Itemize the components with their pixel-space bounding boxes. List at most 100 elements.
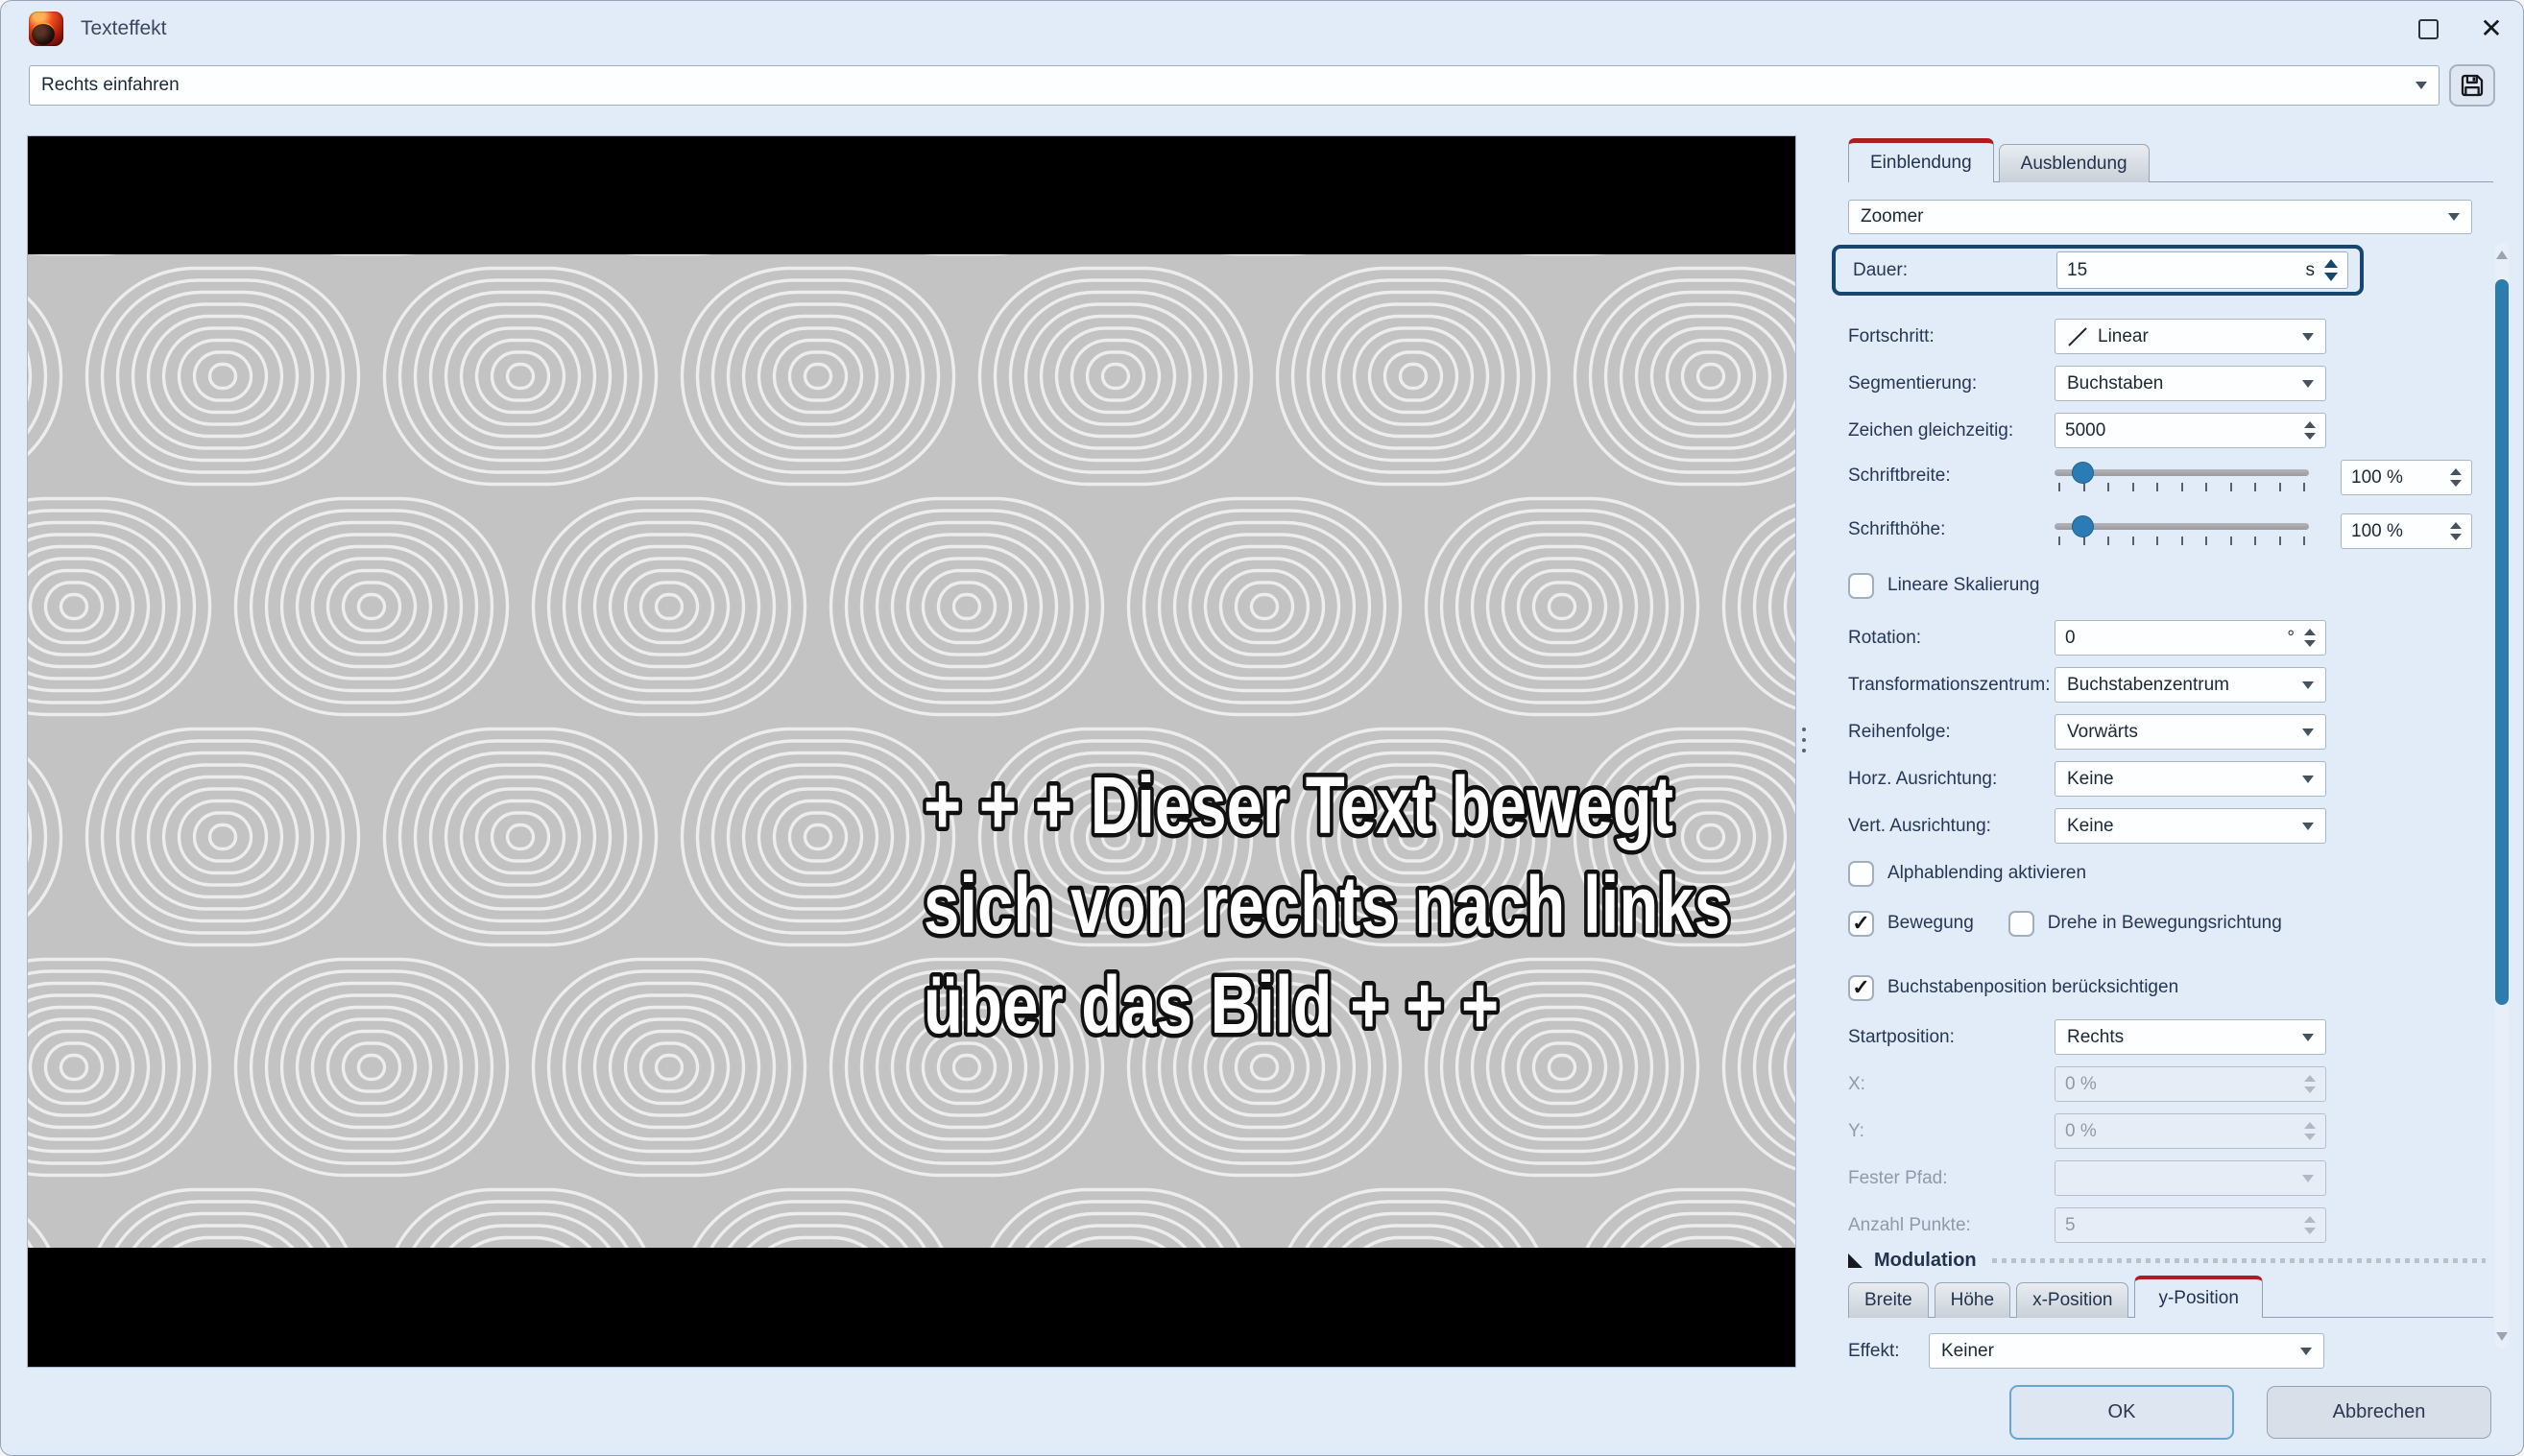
spin-down-icon	[2304, 640, 2316, 647]
point-count-value: 5	[2065, 1214, 2076, 1235]
rotate-in-direction-label: Drehe in Bewegungsrichtung	[2047, 913, 2282, 933]
preset-value: Rechts einfahren	[41, 75, 180, 95]
rotation-unit: °	[2287, 627, 2295, 648]
vert-align-combobox[interactable]: Keine	[2055, 808, 2326, 844]
spin-down-icon	[2304, 1134, 2316, 1140]
order-combobox[interactable]: Vorwärts	[2055, 714, 2326, 750]
window-title: Texteffekt	[81, 17, 167, 39]
fixed-path-label: Fester Pfad:	[1848, 1167, 1948, 1188]
save-preset-button[interactable]	[2449, 64, 2495, 107]
horz-align-combobox[interactable]: Keine	[2055, 761, 2326, 797]
chevron-down-icon	[2302, 379, 2314, 388]
segmentation-value: Buchstaben	[2067, 372, 2164, 394]
cancel-button[interactable]: Abbrechen	[2267, 1386, 2491, 1439]
spin-buttons[interactable]	[2450, 522, 2462, 540]
preview-canvas: + + + Dieser Text bewegt sich von rechts…	[27, 135, 1796, 1368]
tab-hoehe[interactable]: Höhe	[1934, 1282, 2011, 1318]
progress-label: Fortschritt:	[1848, 325, 1935, 346]
progress-value: Linear	[2098, 325, 2149, 346]
spin-up-icon	[2304, 1216, 2316, 1223]
slider-thumb[interactable]	[2072, 462, 2094, 484]
spin-buttons[interactable]	[2450, 468, 2462, 487]
font-height-label: Schrifthöhe:	[1848, 519, 1946, 539]
scroll-down-icon[interactable]	[2496, 1332, 2508, 1341]
chevron-down-icon	[2302, 822, 2314, 830]
scrollbar-thumb[interactable]	[2495, 279, 2509, 1005]
spin-up-icon	[2304, 1075, 2316, 1082]
spin-buttons[interactable]	[2304, 629, 2316, 647]
spin-buttons[interactable]	[2304, 421, 2316, 440]
modulation-effect-combobox[interactable]: Keiner	[1929, 1333, 2324, 1369]
transform-center-label: Transformationszentrum:	[1848, 674, 2051, 695]
modulation-effect-label: Effekt:	[1848, 1340, 1900, 1361]
rotate-in-direction-checkbox[interactable]: ✓	[2007, 910, 2034, 937]
tab-y-position[interactable]: y-Position	[2134, 1276, 2263, 1318]
chevron-down-icon	[2302, 728, 2314, 736]
start-position-value: Rechts	[2067, 1026, 2125, 1047]
spin-down-icon	[2450, 480, 2462, 487]
spin-up-icon	[2324, 259, 2338, 268]
transform-center-combobox[interactable]: Buchstabenzentrum	[2055, 667, 2326, 703]
ok-button[interactable]: OK	[2009, 1385, 2234, 1440]
movement-checkbox[interactable]: ✓	[1848, 910, 1874, 937]
duration-label: Dauer:	[1853, 259, 1909, 280]
chars-simultaneous-spinbox[interactable]: 5000	[2055, 413, 2326, 448]
settings-panel: Einblendung Ausblendung Zoomer Dauer: 15…	[1832, 137, 2493, 1369]
spin-down-icon	[2304, 1228, 2316, 1234]
effect-combobox[interactable]: Zoomer	[1848, 200, 2472, 234]
tab-breite[interactable]: Breite	[1848, 1282, 1929, 1318]
letter-position-checkbox[interactable]: ✓	[1848, 974, 1874, 1001]
tab-einblendung[interactable]: Einblendung	[1848, 138, 1994, 182]
collapse-triangle-icon	[1848, 1253, 1863, 1268]
point-count-spinbox: 5	[2055, 1207, 2326, 1243]
point-count-label: Anzahl Punkte:	[1848, 1214, 1971, 1235]
slider-thumb[interactable]	[2072, 515, 2094, 537]
modulation-tabbar: Breite Höhe x-Position y-Position	[1848, 1276, 2493, 1318]
spin-down-icon	[2450, 534, 2462, 540]
spin-up-icon	[2450, 522, 2462, 529]
order-value: Vorwärts	[2067, 721, 2138, 742]
segmentation-combobox[interactable]: Buchstaben	[2055, 366, 2326, 401]
close-button[interactable]: ✕	[2460, 1, 2523, 57]
modulation-section-header[interactable]: Modulation	[1848, 1249, 2486, 1272]
spin-down-icon	[2324, 273, 2338, 281]
chevron-down-icon	[2302, 1174, 2314, 1182]
spin-down-icon	[2304, 1086, 2316, 1093]
alphablending-checkbox[interactable]: ✓	[1848, 860, 1874, 887]
modulation-effect-value: Keiner	[1941, 1340, 1994, 1361]
spin-down-icon	[2304, 433, 2316, 440]
start-position-combobox[interactable]: Rechts	[2055, 1019, 2326, 1055]
duration-spinbox[interactable]: 15 s	[2056, 251, 2348, 289]
video-frame-pattern	[28, 254, 1795, 1248]
preset-combobox[interactable]: Rechts einfahren	[29, 65, 2440, 106]
preview-text-line1: + + + Dieser Text bewegt	[924, 761, 1673, 851]
transform-center-value: Buchstabenzentrum	[2067, 674, 2229, 695]
font-height-spinbox[interactable]: 100 %	[2341, 513, 2472, 549]
close-icon: ✕	[2480, 13, 2503, 43]
chars-simultaneous-label: Zeichen gleichzeitig:	[1848, 419, 2014, 441]
progress-combobox[interactable]: Linear	[2055, 319, 2326, 354]
blend-tabbar: Einblendung Ausblendung	[1848, 137, 2493, 182]
spin-buttons	[2304, 1075, 2316, 1093]
linear-scaling-checkbox[interactable]: ✓	[1848, 572, 1874, 599]
duration-unit: s	[2305, 259, 2316, 280]
splitter-handle[interactable]	[1799, 719, 1809, 761]
vert-align-value: Keine	[2067, 815, 2114, 836]
font-height-slider[interactable]	[2055, 515, 2309, 545]
tab-x-position[interactable]: x-Position	[2016, 1282, 2129, 1318]
preview-text-line2: sich von rechts nach links	[924, 861, 1730, 951]
duration-spin-buttons[interactable]	[2324, 259, 2338, 281]
tab-ausblendung[interactable]: Ausblendung	[1998, 144, 2150, 182]
scroll-up-icon[interactable]	[2496, 251, 2508, 259]
chars-simultaneous-value: 5000	[2065, 419, 2106, 441]
rotation-spinbox[interactable]: 0 °	[2055, 620, 2326, 656]
spin-up-icon	[2304, 421, 2316, 428]
maximize-button[interactable]	[2396, 1, 2460, 57]
x-value: 0 %	[2065, 1073, 2097, 1094]
font-width-spinbox[interactable]: 100 %	[2341, 460, 2472, 495]
panel-scrollbar[interactable]	[2493, 243, 2511, 1349]
floppy-disk-icon	[2461, 74, 2484, 97]
horz-align-value: Keine	[2067, 768, 2114, 789]
font-width-slider[interactable]	[2055, 462, 2309, 491]
texteffekt-dialog: Texteffekt ✕ Rechts einfahren + + + Dies…	[0, 0, 2524, 1456]
